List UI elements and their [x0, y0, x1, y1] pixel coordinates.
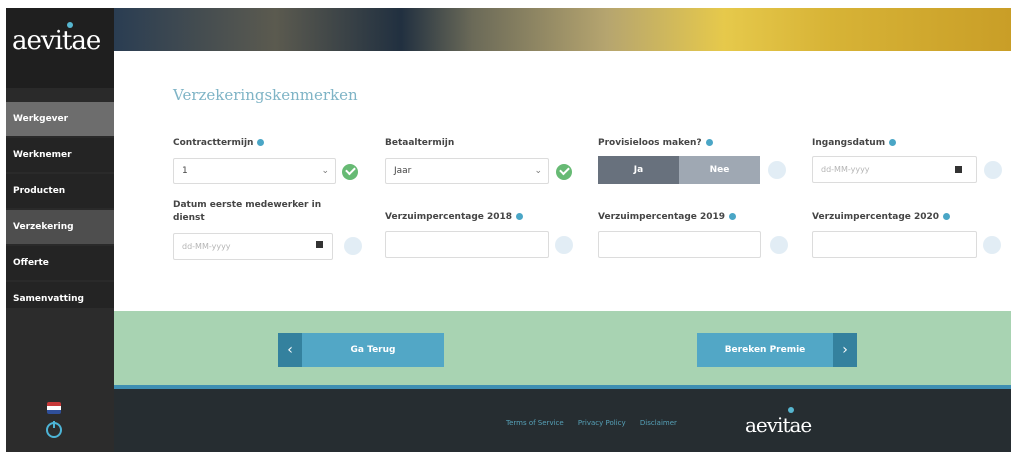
- label-verzuim-2020: Verzuimpercentage 2020: [812, 212, 951, 222]
- sidebar-item-werkgever[interactable]: Werkgever: [6, 102, 114, 136]
- check-icon: [556, 164, 572, 180]
- logo-dot: [67, 22, 73, 28]
- verzuim-2019-input[interactable]: [598, 231, 761, 258]
- footer-links: Terms of Service Privacy Policy Disclaim…: [506, 419, 689, 427]
- netherlands-flag-icon[interactable]: [47, 402, 61, 414]
- label-verzuim-2018: Verzuimpercentage 2018: [385, 212, 524, 222]
- chevron-down-icon: ⌄: [321, 166, 329, 176]
- provisieloos-toggle[interactable]: Ja Nee: [598, 156, 760, 184]
- label-ingangsdatum: Ingangsdatum: [812, 138, 897, 148]
- label-datum-eerste-medewerker: Datum eerste medewerker in dienst: [173, 200, 322, 223]
- betaaltermijn-select[interactable]: Jaar ⌄: [385, 158, 549, 184]
- contracttermijn-select[interactable]: 1 ⌄: [173, 158, 336, 184]
- sidebar-item-werknemer[interactable]: Werknemer: [6, 138, 114, 172]
- status-indicator: [983, 236, 1001, 254]
- verzuim-2020-input[interactable]: [812, 231, 977, 258]
- status-indicator: [555, 236, 573, 254]
- calculate-premium-button[interactable]: Bereken Premie: [697, 333, 833, 367]
- hero-banner: [114, 8, 1011, 51]
- label-betaaltermijn: Betaaltermijn: [385, 138, 455, 148]
- info-icon[interactable]: [705, 139, 713, 146]
- action-band: [114, 311, 1011, 388]
- footer-logo-dot: [788, 407, 794, 413]
- footer-logo: aevitae: [745, 413, 812, 437]
- chevron-down-icon: ⌄: [534, 166, 542, 176]
- verzuim-2018-input[interactable]: [385, 231, 549, 258]
- toggle-nee[interactable]: Nee: [679, 156, 760, 184]
- info-icon[interactable]: [516, 213, 524, 220]
- logo: aevitae: [6, 8, 114, 88]
- label-contracttermijn: Contracttermijn: [173, 138, 265, 148]
- sidebar-item-producten[interactable]: Producten: [6, 174, 114, 208]
- status-indicator: [984, 161, 1002, 179]
- info-icon[interactable]: [943, 213, 951, 220]
- footer-link-terms[interactable]: Terms of Service: [506, 419, 564, 427]
- sidebar-item-offerte[interactable]: Offerte: [6, 246, 114, 280]
- back-button[interactable]: Ga Terug: [302, 333, 444, 367]
- footer-link-disclaimer[interactable]: Disclaimer: [640, 419, 677, 427]
- logo-text: aevitae: [12, 26, 101, 56]
- label-provisieloos: Provisieloos maken?: [598, 138, 713, 148]
- label-verzuim-2019: Verzuimpercentage 2019: [598, 212, 737, 222]
- sidebar-item-verzekering[interactable]: Verzekering: [6, 210, 114, 244]
- check-icon: [342, 164, 358, 180]
- toggle-ja[interactable]: Ja: [598, 156, 679, 184]
- info-icon[interactable]: [729, 213, 737, 220]
- sidebar: aevitae Werkgever Werknemer Producten Ve…: [6, 8, 114, 452]
- chevron-right-icon[interactable]: ›: [833, 333, 857, 367]
- info-icon[interactable]: [257, 139, 265, 146]
- info-icon[interactable]: [889, 139, 897, 146]
- calendar-icon[interactable]: [316, 241, 323, 248]
- calendar-icon[interactable]: [955, 166, 962, 173]
- status-indicator: [344, 237, 362, 255]
- chevron-left-icon[interactable]: ‹: [278, 333, 302, 367]
- section-title: Verzekeringskenmerken: [173, 86, 358, 104]
- status-indicator: [768, 161, 786, 179]
- ingangsdatum-input[interactable]: dd-MM-yyyy: [812, 156, 977, 183]
- datum-eerste-medewerker-input[interactable]: dd-MM-yyyy: [173, 233, 333, 260]
- footer-link-privacy[interactable]: Privacy Policy: [578, 419, 626, 427]
- power-icon[interactable]: [46, 421, 62, 438]
- sidebar-nav: Werkgever Werknemer Producten Verzekerin…: [6, 102, 114, 318]
- status-indicator: [770, 236, 788, 254]
